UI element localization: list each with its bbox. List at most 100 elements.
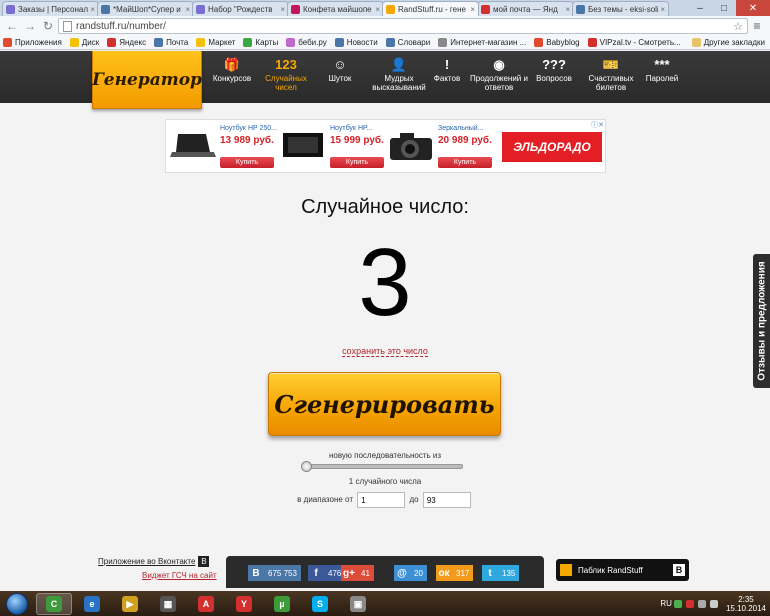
eldorado-logo[interactable]: ЭЛЬДОРАДО	[502, 132, 602, 162]
taskbar-app[interactable]: A	[188, 593, 224, 615]
language-indicator[interactable]: RU	[660, 599, 672, 608]
tab-close-icon[interactable]: ×	[375, 5, 380, 14]
generate-button[interactable]: Сгенерировать	[268, 372, 501, 436]
nav-item[interactable]: ☺ Шуток	[309, 56, 371, 84]
browser-tab[interactable]: Без темы - eksi-soli ×	[572, 1, 669, 16]
tab-title: *МайШоп*Супер и	[113, 4, 181, 14]
browser-tab[interactable]: Конфета майшопе ×	[287, 1, 384, 16]
ad-product[interactable]: Ноутбук HP 250... 13 989 руб. Купить	[170, 124, 278, 170]
bookmark-item[interactable]: Babyblog	[534, 38, 580, 47]
other-bookmarks[interactable]: Другие закладки	[691, 38, 765, 47]
bookmark-item[interactable]: Почта	[154, 38, 188, 47]
maximize-icon[interactable]: □	[712, 0, 736, 16]
taskbar-app[interactable]: C	[36, 593, 72, 615]
share-button[interactable]: t 135	[482, 565, 520, 581]
tab-title: RandStuff.ru - гене	[398, 4, 466, 14]
bookmark-icon	[438, 38, 448, 47]
camera-icon	[390, 133, 432, 160]
network-icon[interactable]	[697, 599, 706, 608]
bookmark-item[interactable]: Словари	[385, 38, 430, 47]
app-icon: A	[198, 596, 214, 612]
browser-tab[interactable]: *МайШоп*Супер и ×	[97, 1, 194, 16]
bookmark-item[interactable]: Интернет-магазин ...	[438, 38, 526, 47]
bookmark-label: VIPzal.tv - Смотреть...	[599, 38, 681, 47]
nav-item[interactable]: ??? Вопросов	[523, 56, 585, 84]
bookmark-item[interactable]: Новости	[334, 38, 378, 47]
close-icon[interactable]: ✕	[736, 0, 770, 16]
forward-icon[interactable]: →	[22, 18, 38, 34]
feedback-tab[interactable]: Отзывы и предложения	[753, 254, 770, 388]
nav-item[interactable]: *** Паролей	[631, 56, 693, 84]
bookmark-item[interactable]: Яндекс	[107, 38, 146, 47]
nav-item[interactable]: ◉ Продолжений и ответов	[468, 56, 530, 93]
url-input[interactable]	[76, 20, 734, 32]
save-number-link[interactable]: сохранить это число	[0, 346, 770, 357]
reload-icon[interactable]: ↻	[40, 18, 56, 34]
ad-product[interactable]: Зеркальный... 20 989 руб. Купить	[388, 124, 496, 170]
slider-handle[interactable]	[301, 461, 312, 472]
bookmark-star-icon[interactable]: ☆	[733, 20, 743, 33]
start-button[interactable]	[3, 591, 31, 616]
vk-app-link-text[interactable]: Приложение во Вконтакте	[98, 557, 195, 566]
share-button[interactable]: @20	[394, 565, 427, 581]
share-button[interactable]: В 675 753	[248, 565, 301, 581]
bookmark-item[interactable]: VIPzal.tv - Смотреть...	[587, 38, 681, 47]
taskbar-app[interactable]: µ	[264, 593, 300, 615]
tab-favicon	[196, 4, 205, 14]
tab-close-icon[interactable]: ×	[565, 5, 570, 14]
bookmark-item[interactable]: Диск	[69, 38, 99, 47]
taskbar-app[interactable]: ▣	[340, 593, 376, 615]
taskbar-app[interactable]: ▶	[112, 593, 148, 615]
ad-product[interactable]: Ноутбук HP... 15 999 руб. Купить	[280, 124, 388, 170]
ad-banner[interactable]: Ноутбук HP 250... 13 989 руб. Купить Ноу…	[165, 119, 606, 173]
random-number: 3	[358, 229, 412, 336]
back-icon[interactable]: ←	[4, 18, 20, 34]
tab-close-icon[interactable]: ×	[90, 5, 95, 14]
tab-close-icon[interactable]: ×	[185, 5, 190, 14]
clock[interactable]: 2:35 15.10.2014	[726, 595, 766, 613]
bookmark-item[interactable]: беби.ру	[286, 38, 327, 47]
tab-close-icon[interactable]: ×	[280, 5, 285, 14]
bookmark-item[interactable]: Приложения	[3, 38, 62, 47]
minimize-icon[interactable]: ‒	[688, 0, 712, 16]
tray-icon[interactable]	[673, 599, 682, 608]
ad-buy-button[interactable]: Купить	[438, 157, 492, 168]
nav-item[interactable]: 123 Случайных чисел	[255, 56, 317, 93]
browser-tab[interactable]: Заказы | Персонал ×	[2, 1, 99, 16]
taskbar-app[interactable]: e	[74, 593, 110, 615]
bookmark-label: Интернет-магазин ...	[450, 38, 527, 47]
volume-icon[interactable]	[709, 599, 718, 608]
taskbar-app[interactable]: S	[302, 593, 338, 615]
taskbar-app[interactable]: ▦	[150, 593, 186, 615]
count-slider[interactable]	[301, 461, 463, 472]
tab-close-icon[interactable]: ×	[660, 5, 665, 14]
nav-item[interactable]: 🎁 Конкурсов	[201, 56, 263, 84]
browser-tab[interactable]: мой почта — Янд ×	[477, 1, 574, 16]
address-bar[interactable]: ☆	[58, 18, 748, 34]
ad-buy-button[interactable]: Купить	[330, 157, 384, 168]
share-button[interactable]: f 476	[308, 565, 346, 581]
bookmark-item[interactable]: Карты	[243, 38, 278, 47]
ad-close-icon[interactable]: ⓘ✕	[591, 120, 604, 130]
ad-product-price: 13 989 руб.	[220, 135, 274, 146]
tab-close-icon[interactable]: ×	[470, 5, 475, 14]
range-to-input[interactable]	[422, 492, 471, 508]
save-number-link-text[interactable]: сохранить это число	[342, 346, 428, 357]
ad-buy-button[interactable]: Купить	[220, 157, 274, 168]
browser-tab[interactable]: RandStuff.ru - гене ×	[382, 1, 479, 16]
widget-link[interactable]: Виджет ГСЧ на сайт	[142, 571, 217, 580]
menu-icon[interactable]: ≡	[748, 19, 766, 33]
numbers-icon: 123	[275, 56, 297, 72]
share-button[interactable]: g+ 41	[341, 565, 374, 581]
vk-app-link[interactable]: Приложение во Вконтакте В	[98, 556, 210, 567]
share-button[interactable]: ок 317	[436, 565, 474, 581]
app-icon: ▣	[350, 596, 366, 612]
site-logo[interactable]: Генератор	[92, 51, 202, 109]
page-title: Случайное число:	[301, 196, 469, 218]
bookmark-item[interactable]: Маркет	[196, 38, 235, 47]
tray-icon[interactable]	[685, 599, 694, 608]
browser-tab[interactable]: Набор "Рождеств ×	[192, 1, 289, 16]
taskbar-app[interactable]: Y	[226, 593, 262, 615]
vk-public-widget[interactable]: Паблик RandStuff В	[556, 559, 689, 581]
range-from-input[interactable]	[357, 492, 406, 508]
